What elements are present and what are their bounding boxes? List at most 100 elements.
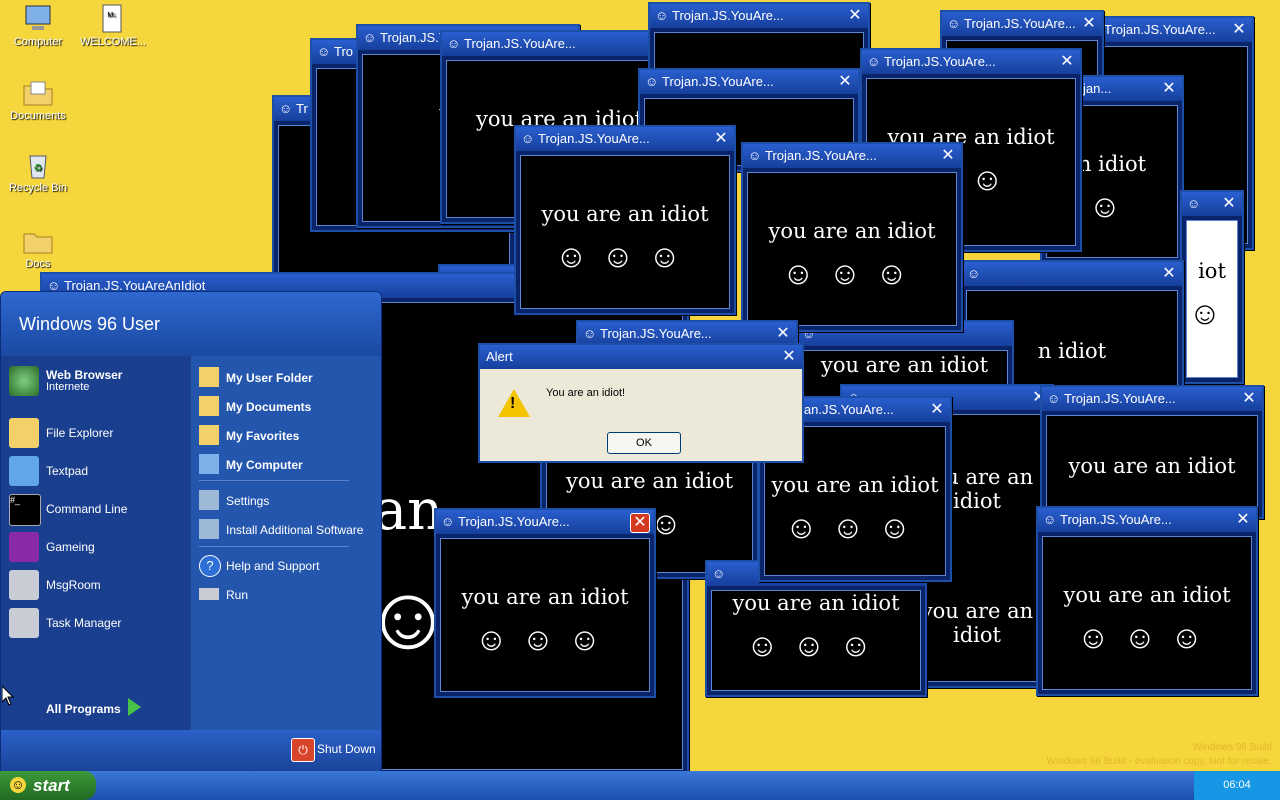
close-icon[interactable]: ✕ — [1058, 53, 1076, 71]
start-menu-footer: ⏻ Shut Down — [1, 730, 381, 771]
recycle-bin-desktop-icon[interactable]: ♻ Recycle Bin — [6, 150, 70, 194]
welcome-desktop-icon[interactable]: M↓ WELCOME... — [80, 4, 146, 48]
popup-window[interactable]: Trojan.JS.YouAre... ✕ you are an idiot ☺… — [514, 125, 736, 315]
monitor-icon — [9, 608, 39, 638]
watermark-line-2: Windows 96 Build - evaluation copy. Not … — [1046, 756, 1272, 767]
start-item-label: Textpad — [46, 464, 89, 478]
window-title[interactable]: Trojan.JS.YouAre... — [1038, 508, 1256, 532]
system-tray[interactable]: 06:04 — [1194, 771, 1280, 800]
start-item-label: Install Additional Software — [226, 523, 364, 537]
close-icon[interactable]: ✕ — [836, 73, 854, 91]
close-icon[interactable]: ✕ — [1230, 21, 1248, 39]
window-title[interactable]: Trojan.JS.YouAre... — [1082, 18, 1252, 42]
close-icon[interactable]: ✕ — [928, 401, 946, 419]
warning-icon: ! — [498, 389, 530, 417]
window-title[interactable]: Trojan.JS.YouAre... — [942, 12, 1102, 36]
ok-button[interactable]: OK — [607, 432, 681, 454]
close-icon[interactable]: ✕ — [939, 147, 957, 165]
alert-message: You are an idiot! — [546, 387, 626, 399]
popup-body: iot ☺ — [1186, 220, 1238, 378]
popup-message: you are an idiot — [768, 219, 936, 243]
desktop-icon-label: Docs — [25, 258, 51, 270]
popup-window[interactable]: Trojan.JS.YouAre... ✕ you are an idiot — [1040, 385, 1264, 519]
smiley-icons: ☺ — [1188, 295, 1236, 331]
close-icon[interactable]: ✕ — [1240, 390, 1258, 408]
start-menu-left-pane: Web Browser Internete File Explorer Text… — [1, 356, 191, 730]
shutdown-label: Shut Down — [317, 742, 376, 756]
clock: 06:04 — [1223, 779, 1251, 791]
start-button[interactable]: ☺ start — [0, 771, 96, 800]
taskbar: ☺ start 06:04 — [0, 771, 1280, 800]
popup-window[interactable]: Trojan.JS.YouAre... ✕ you are an idiot ☺… — [1036, 506, 1258, 696]
smiley-icons: ☺☺☺ — [784, 509, 925, 545]
settings-icon — [199, 490, 219, 510]
popup-body: you are an idiot ☺☺☺ — [747, 172, 957, 326]
desktop-icon-label: Recycle Bin — [8, 182, 68, 194]
globe-icon — [9, 366, 39, 396]
window-title[interactable]: Trojan.JS.YouAre... — [436, 510, 654, 534]
window-title[interactable]: Trojan.JS.YouAre... — [1042, 387, 1262, 411]
window-title[interactable]: Trojan.JS.YouAre... — [640, 70, 858, 94]
close-icon[interactable]: ✕ — [1160, 80, 1178, 98]
window-title[interactable]: Trojan.JS.YouAre... — [650, 4, 868, 28]
alert-dialog[interactable]: Alert ✕ ! You are an idiot! OK — [478, 343, 804, 463]
close-icon[interactable]: ✕ — [630, 513, 650, 533]
close-icon[interactable]: ✕ — [774, 325, 792, 343]
computer-icon — [199, 454, 219, 474]
popup-window[interactable]: ✕ iot ☺ — [1180, 190, 1244, 384]
popup-message: you are an idiot — [541, 202, 709, 226]
window-title[interactable]: Trojan.JS.YouAre... — [516, 127, 734, 151]
start-item-label: Help and Support — [226, 559, 320, 573]
popup-body: you are an idiot ☺☺☺ — [520, 155, 730, 309]
start-item-label: My Documents — [226, 400, 312, 414]
smiley-icons: ☺☺☺ — [745, 627, 886, 663]
popup-message: you are an idiot — [1068, 454, 1236, 478]
start-menu-right-pane: My User Folder My Documents My Favorites… — [191, 356, 381, 730]
popup-body: you are an idiot — [1046, 415, 1258, 513]
close-icon[interactable]: ✕ — [1234, 511, 1252, 529]
start-label: start — [33, 776, 70, 795]
menu-divider — [199, 480, 349, 481]
computer-desktop-icon[interactable]: Computer — [6, 4, 70, 48]
smiley-logo-icon: ☺ — [10, 777, 26, 793]
smiley-icons: ☺☺☺ — [554, 238, 695, 274]
popup-message: you are an idiot — [771, 473, 939, 497]
close-icon[interactable]: ✕ — [846, 7, 864, 25]
computer-icon — [25, 5, 51, 30]
popup-message: you are an idiot — [461, 585, 629, 609]
window-title[interactable]: Trojan.JS.YouAre... — [862, 50, 1080, 74]
menu-divider — [199, 546, 349, 547]
power-icon: ⏻ — [291, 738, 315, 762]
start-item-label: Command Line — [46, 502, 128, 516]
popup-message: you are an idiot — [565, 469, 734, 493]
start-item-label: Settings — [226, 494, 270, 508]
watermark-line-1: Windows 96 Build — [1192, 742, 1272, 753]
install-icon — [199, 519, 219, 539]
popup-window[interactable]: Trojan.JS.YouAre... ✕ you are an idiot ☺… — [434, 508, 656, 698]
run-icon — [199, 588, 219, 600]
popup-window[interactable]: Trojan.JS.YouAre... ✕ you are an idiot ☺… — [741, 142, 963, 332]
window-title[interactable]: Trojan.JS.YouAre... — [743, 144, 961, 168]
start-item-label: File Explorer — [46, 426, 114, 440]
desktop-icon-label: Computer — [13, 36, 63, 48]
close-icon[interactable]: ✕ — [1160, 265, 1178, 283]
close-icon[interactable]: ✕ — [1220, 195, 1238, 213]
mouse-cursor-icon — [2, 686, 14, 706]
start-item-sublabel: Internete — [46, 381, 90, 393]
document-icon: M↓ — [102, 4, 122, 33]
alert-title[interactable]: Alert — [480, 345, 802, 369]
notepad-icon — [9, 456, 39, 486]
folder-documents-icon — [23, 81, 53, 106]
docs-desktop-icon[interactable]: Docs — [6, 226, 70, 270]
popup-body: you are an idiot ☺☺☺ — [711, 590, 921, 691]
close-icon[interactable]: ✕ — [712, 130, 730, 148]
window-title[interactable] — [962, 262, 1182, 286]
window-title[interactable]: Trojan.JS.YouAre... — [442, 32, 677, 56]
documents-desktop-icon[interactable]: Documents — [6, 78, 70, 122]
close-icon[interactable]: ✕ — [780, 348, 798, 366]
popup-message: iot — [1198, 259, 1226, 283]
smiley-icons: ☺☺☺ — [781, 255, 922, 291]
folder-icon — [199, 425, 219, 445]
popup-body: you are an idiot ☺☺☺ — [1042, 536, 1252, 690]
close-icon[interactable]: ✕ — [1080, 15, 1098, 33]
